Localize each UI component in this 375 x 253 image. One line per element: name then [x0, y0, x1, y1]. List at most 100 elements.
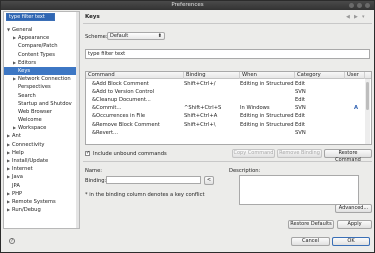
tree-item[interactable]: Perspectives [4, 83, 79, 91]
table-row[interactable]: &Cleanup Document... Edit [86, 96, 364, 104]
tree-item[interactable]: ▶ Editors [4, 59, 79, 67]
tree-item[interactable]: ▶ Remote Systems [4, 198, 79, 206]
expand-right-icon[interactable]: ▶ [13, 75, 16, 83]
restore-command-button[interactable]: Restore Command [324, 149, 372, 163]
tree-item[interactable]: ▼ General [4, 26, 79, 34]
tree-item-label: Editors [18, 59, 37, 66]
tree-item[interactable]: ▶ Run/Debug [4, 206, 79, 214]
table-cell: Shift+Ctrl+\ [184, 121, 216, 128]
header-user[interactable]: User [345, 72, 365, 79]
tree-item[interactable]: Keys [4, 66, 79, 76]
include-unbound-label: Include unbound commands [93, 151, 167, 157]
description-label: Description: [229, 168, 261, 174]
keys-filter-input[interactable]: type filter text [85, 49, 370, 59]
header-command[interactable]: Command [86, 72, 184, 79]
remove-binding-button[interactable]: Remove Binding [277, 149, 322, 158]
tree-filter-input[interactable]: type filter text [6, 13, 55, 21]
table-cell: SVN [295, 105, 306, 112]
expand-right-icon[interactable]: ▶ [7, 132, 10, 140]
minimize-button[interactable] [349, 3, 354, 8]
apply-button[interactable]: Apply [337, 220, 372, 229]
tree-item[interactable]: Compare/Patch [4, 42, 79, 50]
expand-right-icon[interactable]: ▶ [7, 173, 10, 181]
copy-command-button[interactable]: Copy Command [232, 149, 275, 158]
expand-right-icon[interactable]: ▶ [7, 149, 10, 157]
table-row[interactable]: &Occurrences in File Shift+Ctrl+A Editing … [86, 112, 364, 120]
tree-item[interactable]: ▶ Network Connection [4, 75, 79, 83]
help-icon[interactable]: ? [9, 238, 15, 244]
tree-item[interactable]: ▶ Java [4, 173, 79, 181]
header-when[interactable]: When [240, 72, 295, 79]
header-category[interactable]: Category [295, 72, 345, 79]
preference-tree: ▼ General ▶ Appearance Compare/Patch Content … [4, 26, 79, 214]
header-binding[interactable]: Binding [184, 72, 240, 79]
tree-item-label: Internet [12, 166, 33, 173]
page-title: Keys [85, 14, 100, 20]
expand-right-icon[interactable]: ▶ [7, 206, 10, 214]
table-cell: SVN [295, 129, 306, 136]
table-row[interactable]: &Add Block Comment Shift+Ctrl+/ Editing in… [86, 80, 364, 88]
include-unbound-checkbox[interactable] [85, 150, 90, 156]
tree-item-label: Appearance [18, 35, 50, 42]
tree-item[interactable]: ▶ Connectivity [4, 141, 79, 149]
tree-item[interactable]: ▶ Ant [4, 132, 79, 140]
tree-item-label: Workspace [18, 125, 47, 132]
description-box [239, 175, 359, 205]
tree-item[interactable]: Web Browser [4, 108, 79, 116]
table-row[interactable]: &Revert... SVN [86, 129, 364, 137]
restore-defaults-button[interactable]: Restore Defaults [288, 220, 334, 229]
expand-right-icon[interactable]: ▶ [13, 124, 16, 132]
binding-menu-button[interactable]: < [204, 176, 214, 185]
scheme-label: Scheme: [85, 34, 108, 40]
tree-item[interactable]: Search [4, 92, 79, 100]
expand-right-icon[interactable]: ▶ [13, 59, 16, 67]
maximize-button[interactable] [357, 3, 362, 8]
table-header: Command Binding When Category User [86, 72, 371, 79]
tree-item[interactable]: Startup and Shutdov [4, 100, 79, 108]
tree-item-label: Perspectives [18, 84, 51, 91]
table-cell: &Commit... [92, 105, 122, 112]
tree-item[interactable]: ▶ Internet [4, 165, 79, 173]
expand-right-icon[interactable]: ▶ [7, 165, 10, 173]
table-cell: &Add to Version Control [92, 89, 155, 96]
scheme-value: Default [110, 33, 129, 39]
tree-item[interactable]: Content Types [4, 51, 79, 59]
table-cell: Editing in Structured [240, 81, 294, 87]
table-cell: &Cleanup Document... [92, 97, 151, 104]
tree-item[interactable]: ▶ Appearance [4, 34, 79, 42]
title-bar: Preferences [1, 1, 374, 10]
advanced-button[interactable]: Advanced... [335, 204, 372, 213]
tree-item[interactable]: ▶ Workspace [4, 124, 79, 132]
binding-input[interactable] [106, 176, 201, 184]
expand-right-icon[interactable]: ▶ [7, 157, 10, 165]
tree-item[interactable]: ▶ Install/Update [4, 157, 79, 165]
expand-right-icon[interactable]: ▶ [13, 34, 16, 42]
table-cell: SVN [295, 89, 306, 96]
chevron-down-icon: ⬍ [157, 33, 162, 39]
table-row[interactable]: &Add to Version Control SVN [86, 88, 364, 96]
tree-item[interactable]: Welcome [4, 116, 79, 124]
forward-arrow-icon[interactable]: ▶ [354, 14, 358, 20]
table-row[interactable]: &Remove Block Comment Shift+Ctrl+\ Editing… [86, 121, 364, 129]
scheme-select[interactable]: Default ⬍ [107, 32, 165, 40]
expand-right-icon[interactable]: ▶ [7, 190, 10, 198]
table-scroll-thumb[interactable] [366, 82, 369, 110]
ok-button[interactable]: OK [332, 237, 370, 246]
table-cell: Edit [295, 113, 306, 120]
expand-down-icon[interactable]: ▼ [7, 26, 10, 34]
table-cell: Editing in Structured [240, 121, 294, 128]
tree-item[interactable]: JPA [4, 182, 79, 190]
back-arrow-icon[interactable]: ◀ [346, 14, 350, 20]
tree-item-label: Help [12, 149, 24, 156]
expand-right-icon[interactable]: ▶ [7, 198, 10, 206]
close-button[interactable] [365, 3, 370, 8]
table-scrollbar[interactable] [365, 79, 370, 144]
tree-item-label: General [12, 27, 33, 33]
table-row[interactable]: &Commit... ^Shift+Ctrl+S In Windows SVN A [86, 104, 364, 112]
tree-item[interactable]: ▶ PHP [4, 190, 79, 198]
tree-item[interactable]: ▶ Help [4, 149, 79, 157]
expand-right-icon[interactable]: ▶ [7, 141, 10, 149]
menu-arrow-icon[interactable]: ▾ [362, 14, 365, 20]
cancel-button[interactable]: Cancel [291, 237, 330, 246]
tree-scrollbar[interactable] [76, 12, 79, 228]
